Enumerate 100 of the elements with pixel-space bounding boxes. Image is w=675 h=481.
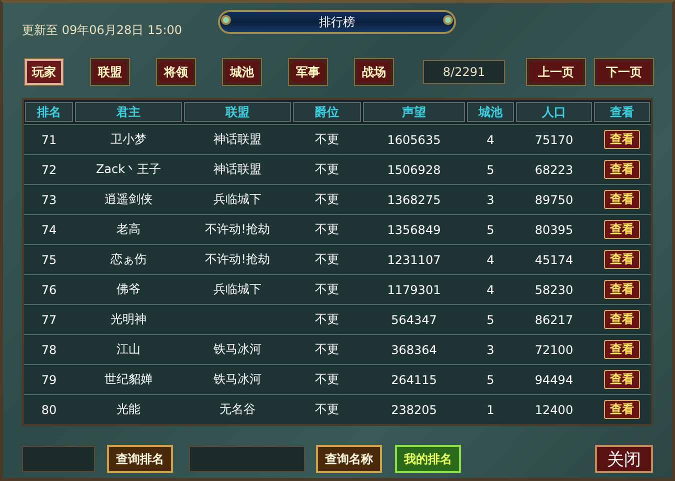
table-cell-text: 光能 [116, 401, 142, 418]
column-header: 查看 [594, 102, 650, 122]
table-cell-text: 江山 [116, 341, 142, 358]
table-cell-text: 1605635 [386, 132, 442, 148]
table-cell-text: 恋ぁ伤 [110, 251, 148, 268]
table-cell-text: 89750 [534, 192, 574, 208]
table-cell-text: 238205 [390, 402, 438, 418]
previous-page-button[interactable]: 上一页 [527, 59, 585, 85]
table-cell-text: Zack丶王子 [94, 161, 162, 178]
view-button[interactable]: 查看 [604, 370, 640, 389]
table-cell-text: 45174 [534, 252, 574, 268]
my-rank-button[interactable]: 我的排名 [395, 445, 461, 473]
table-cell-text: 神话联盟 [212, 161, 262, 178]
table-cell-text: 4 [486, 132, 496, 148]
table-cell-text: 58230 [534, 282, 574, 298]
table-cell-text: 5 [486, 162, 496, 178]
view-button[interactable]: 查看 [604, 310, 640, 329]
table-cell-text: 不更 [314, 131, 340, 148]
view-button[interactable]: 查看 [604, 280, 640, 299]
column-header: 排名 [25, 102, 73, 122]
update-time: 更新至 09年06月28日 15:00 [22, 22, 182, 38]
table-cell-text: 1231107 [386, 252, 442, 268]
table-cell-text: 佛爷 [116, 281, 142, 298]
table-cell-text: 逍遥剑侠 [104, 191, 154, 208]
table-cell-text: 368364 [390, 342, 438, 358]
search-rank-button[interactable]: 查询排名 [107, 445, 173, 473]
table-cell-text: 1506928 [386, 162, 442, 178]
table-cell-text: 兵临城下 [212, 281, 262, 298]
table-cell-text: 264115 [390, 372, 438, 388]
table-cell-text: 12400 [534, 402, 574, 418]
table-cell-text: 卫小梦 [110, 131, 148, 148]
view-button[interactable]: 查看 [604, 160, 640, 179]
table-cell-text: 5 [486, 312, 496, 328]
table-cell-text: 86217 [534, 312, 574, 328]
category-tab[interactable]: 联盟 [91, 59, 129, 85]
view-button[interactable]: 查看 [604, 190, 640, 209]
category-tab[interactable]: 玩家 [25, 59, 63, 85]
category-tab[interactable]: 战场 [355, 59, 393, 85]
table-cell-text: 不更 [314, 401, 340, 418]
table-cell-text: 76 [40, 282, 58, 298]
name-input-field[interactable] [189, 446, 305, 472]
table-cell-text: 不许动!抢劫 [204, 251, 271, 268]
table-cell-text: 不许动!抢劫 [204, 221, 271, 238]
table-cell-text: 72 [40, 162, 58, 178]
table-cell-text: 3 [486, 342, 496, 358]
table-cell-text: 71 [40, 132, 58, 148]
table-cell-text: 世纪貂婵 [104, 371, 154, 388]
search-name-button[interactable]: 查询名称 [316, 445, 382, 473]
column-header: 君主 [75, 102, 182, 122]
column-header: 联盟 [184, 102, 291, 122]
column-header: 人口 [516, 102, 592, 122]
title-bar: 排行榜 [218, 10, 456, 34]
table-cell-text: 5 [486, 222, 496, 238]
table-cell-text: 老高 [116, 221, 142, 238]
close-button[interactable]: 关闭 [595, 445, 653, 473]
column-header: 声望 [363, 102, 465, 122]
table-cell-text: 564347 [390, 312, 438, 328]
table-cell-text: 不更 [314, 161, 340, 178]
table-cell-text: 铁马冰河 [212, 341, 262, 358]
view-button[interactable]: 查看 [604, 130, 640, 149]
table-cell-text: 4 [486, 282, 496, 298]
table-cell-text: 73 [40, 192, 58, 208]
view-button[interactable]: 查看 [604, 340, 640, 359]
column-header: 城池 [467, 102, 514, 122]
table-cell-text: 77 [40, 312, 58, 328]
table-cell-text: 不更 [314, 311, 340, 328]
table-cell-text: 78 [40, 342, 58, 358]
table-cell-text: 94494 [534, 372, 574, 388]
table-cell-text: 80 [40, 402, 58, 418]
next-page-button[interactable]: 下一页 [595, 59, 653, 85]
view-button[interactable]: 查看 [604, 250, 640, 269]
table-cell-text: 5 [486, 372, 496, 388]
table-cell-text: 不更 [314, 251, 340, 268]
table-cell-text: 79 [40, 372, 58, 388]
table-cell-text: 3 [486, 192, 496, 208]
table-cell-text: 1368275 [386, 192, 442, 208]
table-cell-text: 75 [40, 252, 58, 268]
table-cell-text: 光明神 [110, 311, 148, 328]
category-tab[interactable]: 军事 [289, 59, 327, 85]
category-tab[interactable]: 城池 [223, 59, 261, 85]
table-cell-text: 1 [486, 402, 496, 418]
table-cell-text: 不更 [314, 191, 340, 208]
view-button[interactable]: 查看 [604, 220, 640, 239]
view-button[interactable]: 查看 [604, 400, 640, 419]
table-cell-text: 不更 [314, 221, 340, 238]
page-indicator: 8/2291 [423, 60, 505, 84]
table-cell-text: 铁马冰河 [212, 371, 262, 388]
table-cell-text: 68223 [534, 162, 574, 178]
table-cell-text: 不更 [314, 371, 340, 388]
table-cell-text: 不更 [314, 281, 340, 298]
table-cell-text: 75170 [534, 132, 574, 148]
table-cell-text: 4 [486, 252, 496, 268]
table-cell-text: 74 [40, 222, 58, 238]
table-cell-text: 不更 [314, 341, 340, 358]
table-cell-text: 神话联盟 [212, 131, 262, 148]
table-cell-text: 1179301 [386, 282, 442, 298]
column-header: 爵位 [293, 102, 361, 122]
rank-input-field[interactable] [22, 446, 95, 472]
table-cell-text: 80395 [534, 222, 574, 238]
category-tab[interactable]: 将领 [157, 59, 195, 85]
